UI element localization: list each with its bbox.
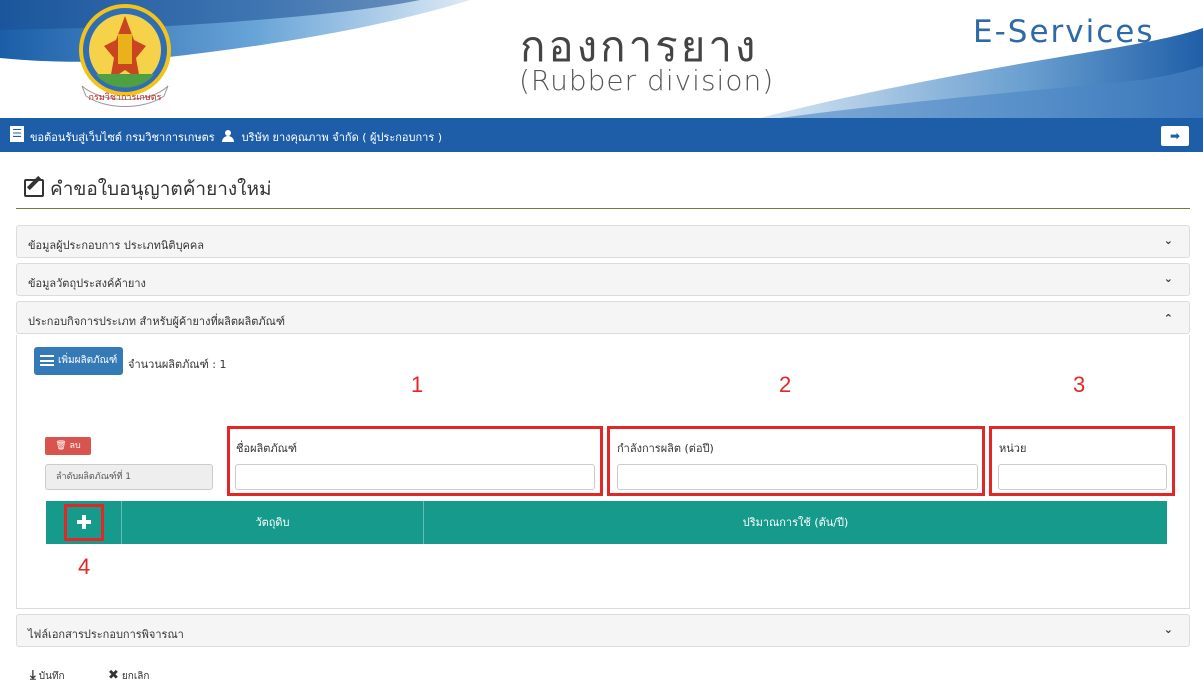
panel-title: ข้อมูลผู้ประกอบการ ประเภทนิติบุคคล bbox=[28, 239, 205, 252]
cancel-button[interactable]: ✖ ยกเลิก bbox=[108, 668, 149, 684]
capacity-input[interactable] bbox=[617, 464, 978, 490]
product-sequence-field: ลำดับผลิตภัณฑ์ที่ 1 bbox=[45, 464, 213, 490]
panel-title: ข้อมูลวัตถุประสงค์ค้ายาง bbox=[28, 277, 146, 290]
annotation-box-add-material bbox=[64, 504, 104, 541]
panel-business-type[interactable]: ประกอบกิจการประเภท สำหรับผู้ค้ายางที่ผลิ… bbox=[16, 301, 1190, 334]
welcome-text: ขอต้อนรับสู่เว็บไซต์ กรมวิชาการเกษตร bbox=[30, 131, 215, 144]
save-label: บันทึก bbox=[38, 671, 65, 682]
delete-label: ลบ bbox=[69, 441, 81, 451]
chevron-up-icon: ⌃ bbox=[1163, 312, 1173, 325]
delete-product-button[interactable]: 🗑 ลบ bbox=[45, 437, 91, 455]
materials-table-header: วัตถุดิบ ปริมาณการใช้ (ตัน/ปี) bbox=[46, 501, 1167, 544]
logout-button[interactable]: ➡ bbox=[1161, 126, 1189, 146]
annotation-number-2: 2 bbox=[779, 372, 792, 397]
panel-title: ไฟล์เอกสารประกอบการพิจารณา bbox=[28, 628, 184, 641]
close-icon: ✖ bbox=[108, 668, 119, 683]
annotation-number-4: 4 bbox=[78, 554, 91, 579]
header-banner: กรมวิชาการเกษตร กองการยาง (Rubber divisi… bbox=[0, 0, 1203, 118]
eservices-label: E-Services bbox=[973, 14, 1155, 50]
panel-title: ประกอบกิจการประเภท สำหรับผู้ค้ายางที่ผลิ… bbox=[28, 315, 285, 328]
chevron-down-icon: ⌄ bbox=[1163, 234, 1173, 247]
welcome-message: ขอต้อนรับสู่เว็บไซต์ กรมวิชาการเกษตร บริ… bbox=[30, 128, 442, 146]
unit-input[interactable] bbox=[998, 464, 1167, 490]
logout-icon: ➡ bbox=[1169, 129, 1181, 143]
product-name-label: ชื่อผลิตภัณฑ์ bbox=[236, 442, 297, 455]
chevron-down-icon: ⌄ bbox=[1163, 272, 1173, 285]
panel-operator-info[interactable]: ข้อมูลผู้ประกอบการ ประเภทนิติบุคคล ⌄ bbox=[16, 225, 1190, 258]
chevron-down-icon: ⌄ bbox=[1163, 623, 1173, 636]
top-navbar: ☰ ขอต้อนรับสู่เว็บไซต์ กรมวิชาการเกษตร บ… bbox=[0, 118, 1203, 152]
panel-purpose-info[interactable]: ข้อมูลวัตถุประสงค์ค้ายาง ⌄ bbox=[16, 263, 1190, 296]
column-header-quantity: ปริมาณการใช้ (ตัน/ปี) bbox=[742, 516, 849, 529]
list-icon bbox=[40, 355, 54, 366]
unit-label: หน่วย bbox=[999, 442, 1027, 455]
menu-icon[interactable]: ☰ bbox=[10, 126, 24, 142]
annotation-number-1: 1 bbox=[411, 372, 424, 397]
title-divider bbox=[16, 208, 1190, 209]
annotation-number-3: 3 bbox=[1073, 372, 1086, 397]
trash-icon: 🗑 bbox=[55, 441, 67, 451]
add-product-label: เพิ่มผลิตภัณฑ์ bbox=[58, 355, 118, 366]
capacity-label: กำลังการผลิต (ต่อปี) bbox=[617, 442, 714, 455]
page-title: คำขอใบอนุญาตค้ายางใหม่ bbox=[24, 174, 272, 204]
logo-text: กรมวิชาการเกษตร bbox=[89, 92, 162, 103]
user-icon bbox=[221, 130, 235, 142]
download-icon: ⤓ bbox=[30, 668, 36, 683]
edit-icon bbox=[24, 179, 44, 197]
product-count: จำนวนผลิตภัณฑ์ : 1 bbox=[128, 358, 227, 371]
panel-documents[interactable]: ไฟล์เอกสารประกอบการพิจารณา ⌄ bbox=[16, 614, 1190, 647]
cancel-label: ยกเลิก bbox=[121, 671, 150, 682]
product-name-input[interactable] bbox=[235, 464, 595, 490]
column-header-material: วัตถุดิบ bbox=[122, 501, 424, 544]
department-logo: กรมวิชาการเกษตร bbox=[74, 0, 176, 118]
page-title-text: คำขอใบอนุญาตค้ายางใหม่ bbox=[50, 178, 272, 200]
save-button[interactable]: ⤓ บันทึก bbox=[30, 668, 65, 684]
add-product-button[interactable]: เพิ่มผลิตภัณฑ์ bbox=[34, 347, 123, 375]
current-user[interactable]: บริษัท ยางคุณภาพ จำกัด ( ผู้ประกอบการ ) bbox=[242, 131, 442, 144]
site-title-english: (Rubber division) bbox=[519, 64, 775, 97]
